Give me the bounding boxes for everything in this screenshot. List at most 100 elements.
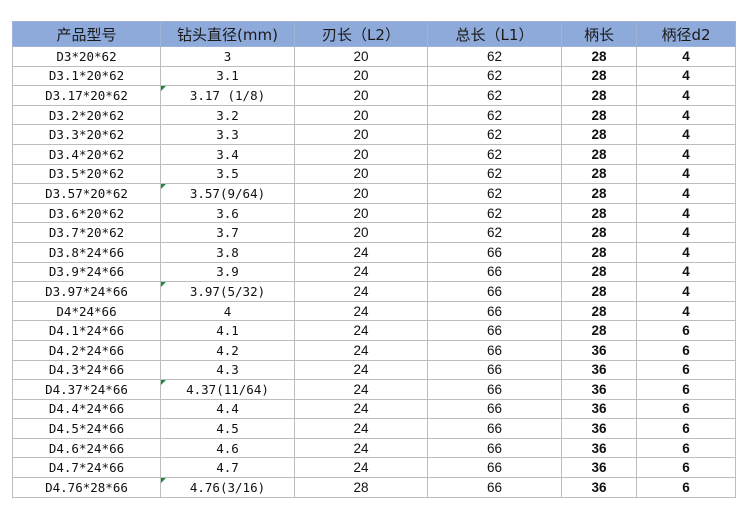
cell-flute-length: 20	[294, 143, 428, 165]
cell-model: D3.1*20*62	[12, 65, 161, 87]
table-body: D3*20*62 3 20 62 28 4 D3.1*20*62 3.1 20 62 28 4 D3.1…	[12, 46, 736, 498]
table-row: D4.37*24*66 4.37(11/64) 24 66 36 6	[12, 379, 736, 400]
cell-shank-diameter: 4	[636, 202, 736, 224]
table-row: D3.57*20*62 3.57(9/64) 20 62 28 4	[12, 183, 736, 204]
cell-model: D4.37*24*66	[12, 379, 161, 400]
cell-total-length: 66	[427, 261, 562, 283]
header-shank-diameter: 柄径d2	[636, 21, 736, 47]
cell-shank-length: 36	[561, 477, 637, 498]
cell-total-length: 66	[427, 437, 562, 459]
table-row: D3.1*20*62 3.1 20 62 28 4	[12, 65, 736, 87]
cell-shank-diameter: 4	[636, 143, 736, 165]
cell-total-length: 66	[427, 457, 562, 479]
cell-total-length: 62	[427, 202, 562, 224]
cell-shank-length: 36	[561, 418, 637, 439]
cell-flute-length: 20	[294, 163, 428, 185]
table-row: D3.17*20*62 3.17 (1/8) 20 62 28 4	[12, 85, 736, 106]
cell-flute-length: 24	[294, 418, 428, 439]
table-header: 产品型号 钻头直径(mm) 刃长（L2） 总长（L1） 柄长 柄径d2	[12, 21, 736, 47]
cell-model: D4.1*24*66	[12, 320, 161, 341]
cell-total-length: 66	[427, 379, 562, 400]
cell-shank-diameter: 4	[636, 222, 736, 243]
cell-flute-length: 20	[294, 222, 428, 243]
cell-model: D3.17*20*62	[12, 85, 161, 106]
table-row: D3.9*24*66 3.9 24 66 28 4	[12, 261, 736, 283]
cell-diameter: 4	[160, 300, 295, 322]
cell-diameter: 3.5	[160, 163, 295, 185]
cell-model: D3.3*20*62	[12, 124, 161, 145]
cell-shank-length: 36	[561, 359, 637, 381]
cell-total-length: 62	[427, 183, 562, 204]
cell-shank-diameter: 6	[636, 457, 736, 479]
cell-total-length: 62	[427, 46, 562, 67]
cell-flute-length: 20	[294, 85, 428, 106]
cell-shank-length: 28	[561, 222, 637, 243]
cell-shank-diameter: 6	[636, 359, 736, 381]
cell-shank-diameter: 4	[636, 65, 736, 87]
cell-shank-diameter: 4	[636, 46, 736, 67]
header-model: 产品型号	[12, 21, 161, 47]
cell-flute-length: 28	[294, 477, 428, 498]
table-row: D4.6*24*66 4.6 24 66 36 6	[12, 437, 736, 459]
cell-diameter: 3.1	[160, 65, 295, 87]
cell-diameter: 3.57(9/64)	[160, 183, 295, 204]
cell-shank-diameter: 4	[636, 300, 736, 322]
cell-diameter: 3.9	[160, 261, 295, 283]
cell-total-length: 66	[427, 477, 562, 498]
cell-total-length: 66	[427, 320, 562, 341]
cell-diameter: 3.2	[160, 104, 295, 126]
cell-diameter: 3.6	[160, 202, 295, 224]
cell-shank-length: 28	[561, 241, 637, 263]
cell-shank-diameter: 6	[636, 418, 736, 439]
table-row: D3.2*20*62 3.2 20 62 28 4	[12, 104, 736, 126]
cell-shank-diameter: 6	[636, 437, 736, 459]
cell-total-length: 66	[427, 398, 562, 420]
cell-shank-diameter: 4	[636, 261, 736, 283]
cell-flute-length: 24	[294, 379, 428, 400]
cell-shank-length: 36	[561, 379, 637, 400]
cell-shank-length: 36	[561, 437, 637, 459]
cell-shank-diameter: 4	[636, 241, 736, 263]
cell-model: D3.2*20*62	[12, 104, 161, 126]
table-row: D3.7*20*62 3.7 20 62 28 4	[12, 222, 736, 243]
cell-diameter: 3.7	[160, 222, 295, 243]
cell-total-length: 62	[427, 163, 562, 185]
cell-diameter: 4.37(11/64)	[160, 379, 295, 400]
cell-flute-length: 24	[294, 359, 428, 381]
cell-shank-length: 28	[561, 281, 637, 302]
cell-model: D4.7*24*66	[12, 457, 161, 479]
cell-flute-length: 20	[294, 124, 428, 145]
table-row: D4*24*66 4 24 66 28 4	[12, 300, 736, 322]
cell-diameter: 4.1	[160, 320, 295, 341]
cell-total-length: 62	[427, 143, 562, 165]
cell-total-length: 62	[427, 85, 562, 106]
cell-model: D4*24*66	[12, 300, 161, 322]
cell-flute-length: 20	[294, 65, 428, 87]
cell-shank-diameter: 4	[636, 104, 736, 126]
cell-diameter: 3.3	[160, 124, 295, 145]
cell-total-length: 62	[427, 65, 562, 87]
cell-diameter: 4.7	[160, 457, 295, 479]
cell-shank-length: 28	[561, 46, 637, 67]
table-row: D4.5*24*66 4.5 24 66 36 6	[12, 418, 736, 439]
cell-shank-length: 36	[561, 457, 637, 479]
table-row: D4.3*24*66 4.3 24 66 36 6	[12, 359, 736, 381]
cell-diameter: 3.97(5/32)	[160, 281, 295, 302]
cell-model: D3.6*20*62	[12, 202, 161, 224]
cell-shank-diameter: 4	[636, 281, 736, 302]
table-row: D3.6*20*62 3.6 20 62 28 4	[12, 202, 736, 224]
cell-model: D3.9*24*66	[12, 261, 161, 283]
cell-total-length: 66	[427, 418, 562, 439]
cell-shank-length: 28	[561, 261, 637, 283]
table-row: D3.5*20*62 3.5 20 62 28 4	[12, 163, 736, 185]
cell-shank-length: 28	[561, 143, 637, 165]
cell-total-length: 66	[427, 281, 562, 302]
cell-shank-length: 28	[561, 202, 637, 224]
cell-model: D3.57*20*62	[12, 183, 161, 204]
cell-model: D4.4*24*66	[12, 398, 161, 420]
cell-diameter: 3	[160, 46, 295, 67]
table-row: D4.7*24*66 4.7 24 66 36 6	[12, 457, 736, 479]
cell-shank-length: 28	[561, 65, 637, 87]
cell-model: D4.76*28*66	[12, 477, 161, 498]
cell-shank-length: 28	[561, 85, 637, 106]
